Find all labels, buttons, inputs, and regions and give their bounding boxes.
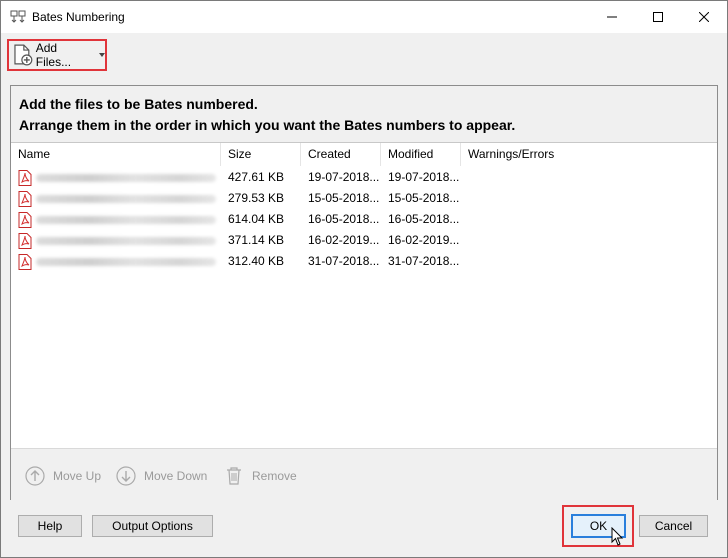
file-created: 15-05-2018... (308, 191, 380, 205)
file-modified: 31-07-2018... (388, 254, 460, 268)
column-header-name[interactable]: Name (11, 143, 221, 166)
file-name-redacted (36, 195, 216, 203)
file-size: 312.40 KB (228, 254, 285, 268)
chevron-down-icon[interactable] (99, 53, 105, 57)
bates-app-icon (10, 10, 26, 23)
column-header-created[interactable]: Created (301, 143, 381, 166)
window-title: Bates Numbering (32, 10, 125, 24)
file-modified: 16-02-2019... (388, 233, 460, 247)
file-size: 614.04 KB (228, 212, 285, 226)
remove-button[interactable]: Remove (224, 465, 297, 487)
move-down-label: Move Down (144, 469, 208, 483)
toolbar: Add Files... (1, 34, 727, 80)
title-bar: Bates Numbering (1, 1, 727, 33)
file-list[interactable]: Name Size Created Modified Warnings/Erro… (11, 143, 717, 447)
column-header-size[interactable]: Size (221, 143, 301, 166)
pdf-file-icon (18, 233, 32, 249)
table-row[interactable]: 614.04 KB 16-05-2018... 16-05-2018... (11, 209, 717, 230)
trash-icon (227, 467, 241, 485)
file-size: 371.14 KB (228, 233, 285, 247)
column-header-warnings[interactable]: Warnings/Errors (461, 143, 717, 166)
pdf-file-icon (18, 170, 32, 186)
arrow-up-circle-icon (25, 466, 45, 486)
cancel-button[interactable]: Cancel (639, 515, 708, 537)
move-up-label: Move Up (53, 469, 102, 483)
minimize-icon (607, 16, 617, 18)
add-files-button[interactable]: Add Files... (7, 39, 107, 71)
maximize-button[interactable] (635, 1, 681, 33)
remove-label: Remove (252, 469, 297, 483)
arrow-down-circle-icon (116, 466, 136, 486)
table-row[interactable]: 312.40 KB 31-07-2018... 31-07-2018... (11, 251, 717, 272)
file-modified: 19-07-2018... (388, 170, 460, 184)
file-created: 16-05-2018... (308, 212, 380, 226)
column-header-modified[interactable]: Modified (381, 143, 461, 166)
bates-numbering-dialog: Bates Numbering Add Files... Add the fil… (0, 0, 728, 558)
table-row[interactable]: 279.53 KB 15-05-2018... 15-05-2018... (11, 188, 717, 209)
list-actions: Move Up Move Down Remove (11, 448, 717, 501)
instruction-line-1: Add the files to be Bates numbered. (19, 96, 258, 112)
move-down-button[interactable]: Move Down (116, 465, 207, 487)
files-panel: Add the files to be Bates numbered. Arra… (10, 85, 718, 501)
file-name-redacted (36, 237, 216, 245)
pdf-file-icon (18, 191, 32, 207)
table-row[interactable]: 427.61 KB 19-07-2018... 19-07-2018... (11, 167, 717, 188)
file-size: 279.53 KB (228, 191, 285, 205)
help-button[interactable]: Help (18, 515, 82, 537)
add-files-label: Add Files... (35, 41, 72, 69)
instruction-line-2: Arrange them in the order in which you w… (19, 117, 516, 133)
table-row[interactable]: 371.14 KB 16-02-2019... 16-02-2019... (11, 230, 717, 251)
file-name-redacted (36, 216, 216, 224)
file-created: 16-02-2019... (308, 233, 380, 247)
mouse-cursor-icon (611, 527, 624, 546)
maximize-icon (653, 12, 663, 22)
add-document-icon (14, 44, 33, 66)
close-button[interactable] (681, 1, 727, 33)
pdf-file-icon (18, 254, 32, 270)
file-size: 427.61 KB (228, 170, 285, 184)
file-modified: 15-05-2018... (388, 191, 460, 205)
instructions: Add the files to be Bates numbered. Arra… (11, 86, 717, 143)
file-name-redacted (36, 258, 216, 266)
file-created: 19-07-2018... (308, 170, 380, 184)
output-options-button[interactable]: Output Options (92, 515, 213, 537)
file-modified: 16-05-2018... (388, 212, 460, 226)
file-created: 31-07-2018... (308, 254, 380, 268)
move-up-button[interactable]: Move Up (25, 465, 101, 487)
minimize-button[interactable] (589, 1, 635, 33)
file-name-redacted (36, 174, 216, 182)
pdf-file-icon (18, 212, 32, 228)
close-icon (699, 12, 709, 22)
